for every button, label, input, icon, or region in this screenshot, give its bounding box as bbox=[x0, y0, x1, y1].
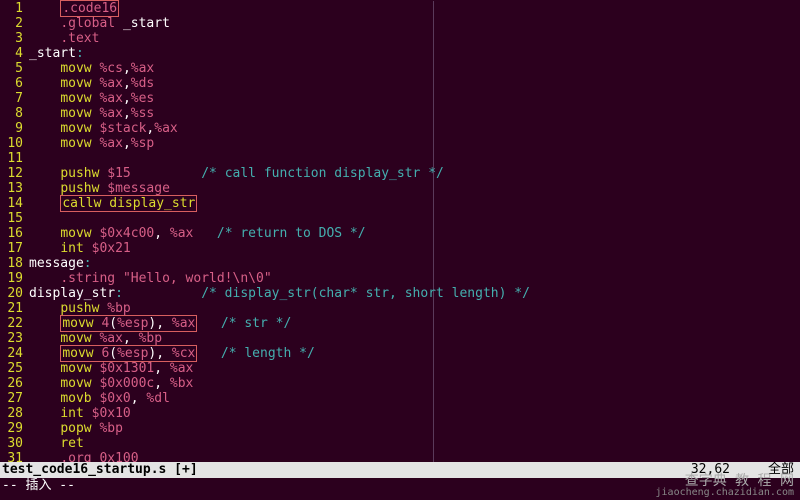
line-number: 15 bbox=[1, 211, 29, 226]
watermark: 查字典 教 程 网 jiaocheng.chazidian.com bbox=[656, 476, 794, 498]
code-line[interactable]: pushw $message bbox=[29, 181, 799, 196]
line-number: 22 bbox=[1, 316, 29, 331]
code-line[interactable] bbox=[29, 211, 799, 226]
line-number: 24 bbox=[1, 346, 29, 361]
code-line[interactable]: movw $0x1301, %ax bbox=[29, 361, 799, 376]
line-number: 27 bbox=[1, 391, 29, 406]
line-number: 5 bbox=[1, 61, 29, 76]
code-line[interactable]: movw 6(%esp), %cx /* length */ bbox=[29, 346, 799, 361]
code-line[interactable]: movw 4(%esp), %ax /* str */ bbox=[29, 316, 799, 331]
code-line[interactable]: movw $0x4c00, %ax /* return to DOS */ bbox=[29, 226, 799, 241]
code-line[interactable]: movw %ax,%ss bbox=[29, 106, 799, 121]
line-number: 10 bbox=[1, 136, 29, 151]
line-number: 21 bbox=[1, 301, 29, 316]
code-line[interactable]: .text bbox=[29, 31, 799, 46]
line-number: 19 bbox=[1, 271, 29, 286]
line-number: 17 bbox=[1, 241, 29, 256]
code-line[interactable]: .global _start bbox=[29, 16, 799, 31]
highlight-box: .code16 bbox=[60, 0, 119, 17]
highlight-box: movw 4(%esp), %ax bbox=[60, 315, 197, 332]
code-line[interactable]: .string "Hello, world!\n\0" bbox=[29, 271, 799, 286]
line-number: 30 bbox=[1, 436, 29, 451]
line-number: 3 bbox=[1, 31, 29, 46]
code-line[interactable]: pushw $15 /* call function display_str *… bbox=[29, 166, 799, 181]
line-number: 4 bbox=[1, 46, 29, 61]
line-number: 1 bbox=[1, 1, 29, 16]
code-line[interactable] bbox=[29, 151, 799, 166]
editor-pane[interactable]: 1234567891011121314151617181920212223242… bbox=[1, 1, 799, 462]
line-number: 14 bbox=[1, 196, 29, 211]
line-number: 18 bbox=[1, 256, 29, 271]
line-number-gutter: 1234567891011121314151617181920212223242… bbox=[1, 1, 29, 481]
line-number: 7 bbox=[1, 91, 29, 106]
code-line[interactable]: _start: bbox=[29, 46, 799, 61]
line-number: 11 bbox=[1, 151, 29, 166]
code-line[interactable]: .code16 bbox=[29, 1, 799, 16]
status-filename: test_code16_startup.s [+] bbox=[2, 462, 198, 478]
line-number: 12 bbox=[1, 166, 29, 181]
code-line[interactable]: callw display_str bbox=[29, 196, 799, 211]
code-line[interactable]: ret bbox=[29, 436, 799, 451]
line-number: 9 bbox=[1, 121, 29, 136]
mode-indicator: -- 插入 -- bbox=[2, 478, 75, 493]
line-number: 26 bbox=[1, 376, 29, 391]
line-number: 29 bbox=[1, 421, 29, 436]
code-line[interactable]: movw %ax, %bp bbox=[29, 331, 799, 346]
line-number: 8 bbox=[1, 106, 29, 121]
code-line[interactable]: movw $stack,%ax bbox=[29, 121, 799, 136]
code-line[interactable]: movw %ax,%es bbox=[29, 91, 799, 106]
line-number: 13 bbox=[1, 181, 29, 196]
code-line[interactable]: movb $0x0, %dl bbox=[29, 391, 799, 406]
line-number: 25 bbox=[1, 361, 29, 376]
highlight-box: callw display_str bbox=[60, 195, 197, 212]
code-line[interactable]: movw $0x000c, %bx bbox=[29, 376, 799, 391]
line-number: 16 bbox=[1, 226, 29, 241]
highlight-box: movw 6(%esp), %cx bbox=[60, 345, 197, 362]
line-number: 20 bbox=[1, 286, 29, 301]
code-line[interactable]: movw %ax,%sp bbox=[29, 136, 799, 151]
code-line[interactable]: int $0x21 bbox=[29, 241, 799, 256]
line-number: 2 bbox=[1, 16, 29, 31]
code-line[interactable]: movw %ax,%ds bbox=[29, 76, 799, 91]
code-line[interactable]: movw %cs,%ax bbox=[29, 61, 799, 76]
code-line[interactable]: popw %bp bbox=[29, 421, 799, 436]
code-line[interactable]: int $0x10 bbox=[29, 406, 799, 421]
code-line[interactable]: display_str: /* display_str(char* str, s… bbox=[29, 286, 799, 301]
code-line[interactable]: message: bbox=[29, 256, 799, 271]
line-number: 28 bbox=[1, 406, 29, 421]
code-line[interactable]: pushw %bp bbox=[29, 301, 799, 316]
code-area[interactable]: .code16 .global _start .text_start: movw… bbox=[29, 1, 799, 481]
line-number: 23 bbox=[1, 331, 29, 346]
line-number: 6 bbox=[1, 76, 29, 91]
